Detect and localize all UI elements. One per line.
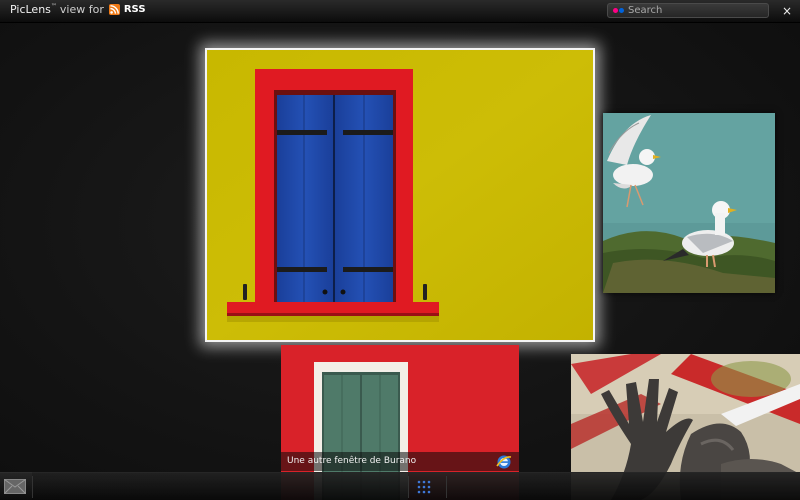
trademark-mark: ™ — [50, 3, 57, 10]
top-bar: PicLens ™ view for RSS × — [0, 0, 800, 23]
photo-caption: Une autre fenêtre de Burano — [281, 452, 519, 471]
photo-thumbnail-gulls[interactable] — [603, 113, 775, 293]
divider — [32, 476, 33, 498]
divider — [408, 476, 409, 498]
feed-source-label[interactable]: RSS — [124, 4, 146, 15]
brand: PicLens ™ view for RSS — [10, 3, 146, 16]
piclens-stage: PicLens ™ view for RSS × — [0, 0, 800, 500]
photo-yellow-window — [207, 50, 593, 340]
search-box[interactable] — [607, 3, 769, 18]
search-input[interactable] — [628, 5, 758, 16]
app-name: PicLens — [10, 3, 51, 16]
ie-browser-icon[interactable] — [496, 454, 512, 470]
flickr-icon[interactable] — [613, 8, 624, 13]
envelope-icon[interactable] — [4, 479, 26, 494]
view-for-label: view for — [59, 3, 104, 16]
close-icon[interactable]: × — [782, 4, 792, 18]
rss-icon — [108, 4, 120, 15]
close-button[interactable]: × — [778, 2, 796, 20]
selected-photo[interactable] — [205, 48, 595, 342]
grid-icon[interactable] — [414, 478, 434, 496]
divider — [446, 476, 447, 498]
photo-seagulls — [603, 113, 775, 293]
